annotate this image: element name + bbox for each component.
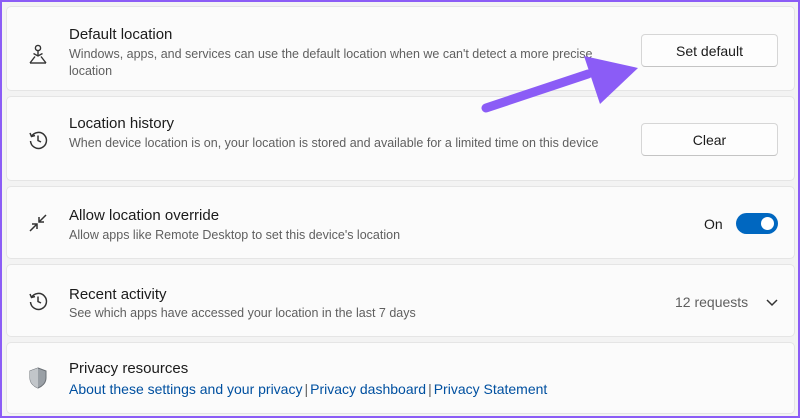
location-override-description: Allow apps like Remote Desktop to set th… xyxy=(69,228,401,242)
settings-window: Default location Windows, apps, and serv… xyxy=(0,0,800,418)
request-count: 12 requests xyxy=(675,294,749,310)
location-pin-person-icon xyxy=(25,41,51,67)
privacy-resources-card: Privacy resources About these settings a… xyxy=(6,342,795,414)
recent-activity-description: See which apps have accessed your locati… xyxy=(69,306,416,320)
default-location-title: Default location xyxy=(69,26,173,43)
privacy-dashboard-link[interactable]: Privacy dashboard xyxy=(310,381,426,397)
history-icon xyxy=(25,127,51,153)
recent-activity-title: Recent activity xyxy=(69,286,167,303)
clear-button[interactable]: Clear xyxy=(641,123,778,156)
about-privacy-link[interactable]: About these settings and your privacy xyxy=(69,381,302,397)
privacy-resources-title: Privacy resources xyxy=(69,360,189,377)
chevron-down-icon[interactable] xyxy=(765,295,779,313)
default-location-card: Default location Windows, apps, and serv… xyxy=(6,6,795,91)
location-override-title: Allow location override xyxy=(69,207,220,224)
toggle-knob xyxy=(761,217,774,230)
privacy-statement-link[interactable]: Privacy Statement xyxy=(434,381,548,397)
location-history-title: Location history xyxy=(69,115,175,132)
link-separator: | xyxy=(304,381,309,397)
link-separator: | xyxy=(428,381,432,397)
annotation-arrow xyxy=(481,56,638,113)
location-history-description: When device location is on, your locatio… xyxy=(69,136,599,150)
remote-arrows-icon xyxy=(25,210,51,236)
privacy-links: About these settings and your privacy | Pr… xyxy=(69,381,547,397)
location-override-card: Allow location override Allow apps like … xyxy=(6,186,795,259)
recent-activity-card[interactable]: Recent activity See which apps have acce… xyxy=(6,264,795,337)
history-icon xyxy=(25,288,51,314)
location-history-card: Location history When device location is… xyxy=(6,96,795,181)
location-override-toggle[interactable] xyxy=(736,213,778,234)
toggle-state-label: On xyxy=(704,216,723,232)
shield-icon xyxy=(25,365,51,391)
set-default-button[interactable]: Set default xyxy=(641,34,778,67)
